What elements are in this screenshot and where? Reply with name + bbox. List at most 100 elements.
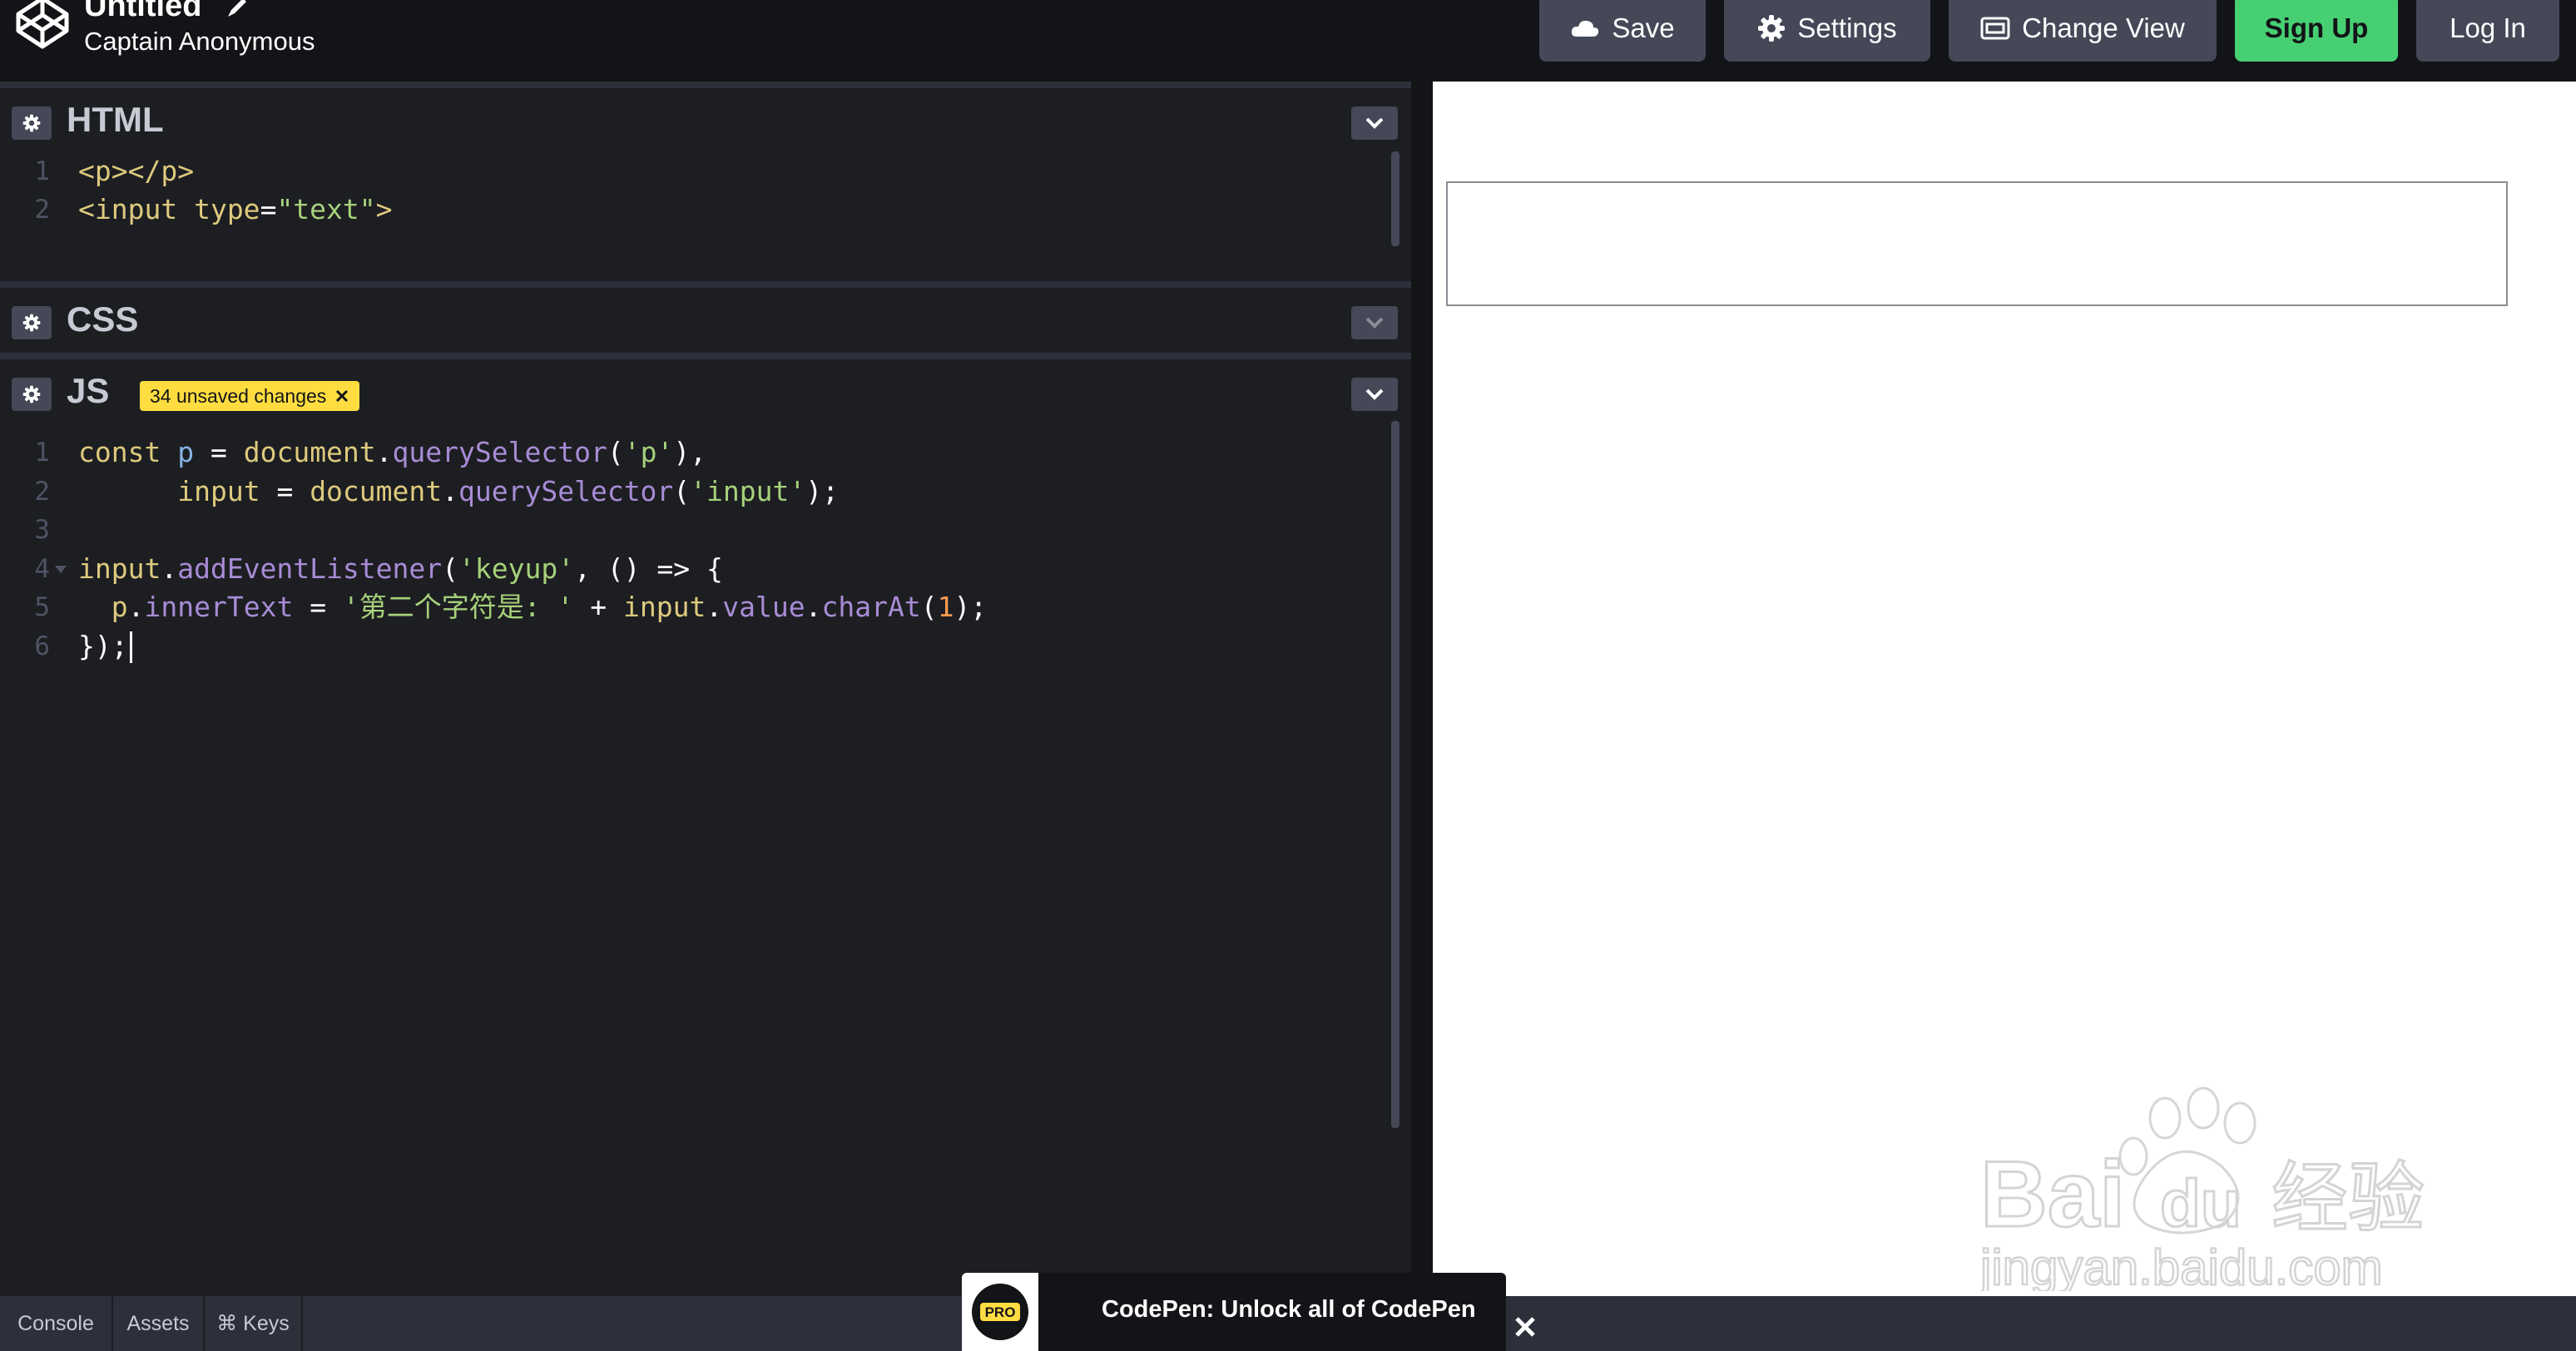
js-code-area[interactable]: 1 const p = document.querySelector('p'), 2…: [0, 421, 1411, 1296]
pen-title[interactable]: Untitled: [84, 0, 201, 24]
close-icon[interactable]: [1513, 1314, 1538, 1339]
change-view-button[interactable]: Change View: [1949, 0, 2217, 62]
code-token: innerText: [144, 591, 310, 623]
code-token: (: [442, 552, 458, 585]
editor-panel: HTML 1<p></p>2<input type="text"> CSS: [0, 82, 1411, 1296]
code-token: 'keyup': [458, 552, 575, 585]
codepen-logo-icon[interactable]: [13, 0, 72, 52]
save-label: Save: [1612, 12, 1675, 43]
close-icon[interactable]: [334, 388, 349, 403]
code-token: <input: [78, 193, 195, 225]
baidu-jingyan-watermark: Bai du 经验 jingyan.baidu.com: [1980, 1086, 2426, 1291]
code-token: querySelector: [392, 436, 607, 468]
watermark-brand: Bai: [1980, 1142, 2125, 1246]
css-collapse-button[interactable]: [1351, 306, 1398, 339]
js-editor-title: JS: [67, 371, 110, 410]
line-number: 2: [34, 195, 50, 225]
preview-text-input[interactable]: [1446, 181, 2508, 306]
console-button[interactable]: Console: [0, 1296, 113, 1351]
pro-logo: PRO: [962, 1273, 1038, 1351]
code-line[interactable]: 1 const p = document.querySelector('p'),: [0, 434, 1381, 471]
assets-button[interactable]: Assets: [113, 1296, 205, 1351]
sign-up-button[interactable]: Sign Up: [2235, 0, 2398, 62]
cloud-icon: [1572, 20, 1599, 37]
code-token: });: [78, 629, 128, 662]
watermark-brand-du: du: [2160, 1166, 2242, 1240]
code-token: );: [805, 474, 839, 507]
text-cursor: [129, 631, 132, 663]
html-code-area[interactable]: 1 <p></p> 2 <input type="text">: [0, 148, 1411, 281]
code-text: input = document.querySelector('input');: [78, 473, 839, 510]
code-token: addEventListener: [177, 552, 443, 585]
code-token: input: [177, 474, 277, 507]
gear-icon: [1758, 15, 1786, 42]
code-text: const p = document.querySelector('p'),: [78, 434, 706, 471]
line-number: 6: [34, 631, 50, 661]
code-token: input: [78, 552, 161, 585]
js-settings-button[interactable]: [12, 378, 52, 411]
pro-badge-label: PRO: [985, 1304, 1016, 1320]
code-text: <p></p>: [78, 153, 194, 190]
code-token: type: [194, 193, 260, 225]
code-token: =: [210, 436, 244, 468]
js-scrollbar[interactable]: [1391, 421, 1399, 1128]
code-token: <p></p>: [78, 155, 195, 187]
code-token: =: [260, 193, 277, 225]
code-line[interactable]: 6});: [0, 628, 1381, 665]
top-header: Untitled Captain Anonymous Save Settings…: [0, 0, 2576, 82]
unsaved-changes-badge[interactable]: 34 unsaved changes: [140, 381, 360, 411]
pro-promo-banner[interactable]: PRO CodePen: Unlock all of CodePen: [962, 1273, 1506, 1351]
panel-resizer[interactable]: [1411, 82, 1433, 1296]
css-editor-header: CSS: [0, 281, 1411, 353]
js-collapse-button[interactable]: [1351, 378, 1398, 411]
save-button[interactable]: Save: [1539, 0, 1706, 62]
html-collapse-button[interactable]: [1351, 106, 1398, 140]
code-token: charAt: [821, 591, 921, 623]
gear-icon: [22, 385, 41, 403]
code-token: );: [954, 591, 988, 623]
log-in-button[interactable]: Log In: [2416, 0, 2559, 62]
code-text: input.addEventListener('keyup', () => {: [78, 551, 723, 587]
pro-badge-icon: PRO: [972, 1284, 1028, 1340]
code-token: value: [722, 591, 805, 623]
code-line[interactable]: 2 input = document.querySelector('input'…: [0, 473, 1381, 510]
html-scrollbar[interactable]: [1391, 151, 1399, 246]
code-token: .: [127, 591, 145, 623]
settings-label: Settings: [1797, 12, 1897, 43]
code-token: input: [623, 591, 706, 623]
css-settings-button[interactable]: [12, 306, 52, 339]
gear-icon: [22, 314, 41, 332]
code-text: });: [78, 628, 132, 665]
code-token: .: [161, 552, 178, 585]
code-token: 'input': [690, 474, 806, 507]
code-line[interactable]: 3: [0, 512, 1381, 548]
line-number: 3: [34, 515, 50, 545]
code-token: querySelector: [458, 474, 674, 507]
html-editor-header: HTML: [0, 82, 1411, 148]
html-settings-button[interactable]: [12, 106, 52, 140]
chevron-down-icon: [1365, 317, 1384, 329]
code-token: .: [442, 474, 459, 507]
code-token: document: [243, 436, 376, 468]
gear-icon: [22, 114, 41, 132]
code-token: =: [310, 591, 343, 623]
settings-button[interactable]: Settings: [1724, 0, 1930, 62]
code-token: (: [920, 591, 938, 623]
code-token: p: [111, 591, 128, 623]
code-token: , () => {: [574, 552, 723, 585]
code-token: document: [310, 474, 443, 507]
unsaved-changes-label: 34 unsaved changes: [150, 384, 327, 407]
pencil-icon[interactable]: [225, 0, 250, 20]
line-number: 4: [34, 553, 50, 584]
chevron-down-icon: [1365, 388, 1384, 400]
code-line[interactable]: 2 <input type="text">: [0, 191, 1381, 228]
code-line[interactable]: 1 <p></p>: [0, 153, 1381, 190]
css-editor-title: CSS: [67, 299, 139, 339]
code-line[interactable]: 5 p.innerText = '第二个字符是: ' + input.value…: [0, 589, 1381, 626]
code-line[interactable]: 4 input.addEventListener('keyup', () => {: [0, 551, 1381, 587]
keys-button[interactable]: ⌘ Keys: [205, 1296, 303, 1351]
author-name[interactable]: Captain Anonymous: [84, 27, 315, 57]
fold-arrow-icon[interactable]: [55, 565, 67, 573]
